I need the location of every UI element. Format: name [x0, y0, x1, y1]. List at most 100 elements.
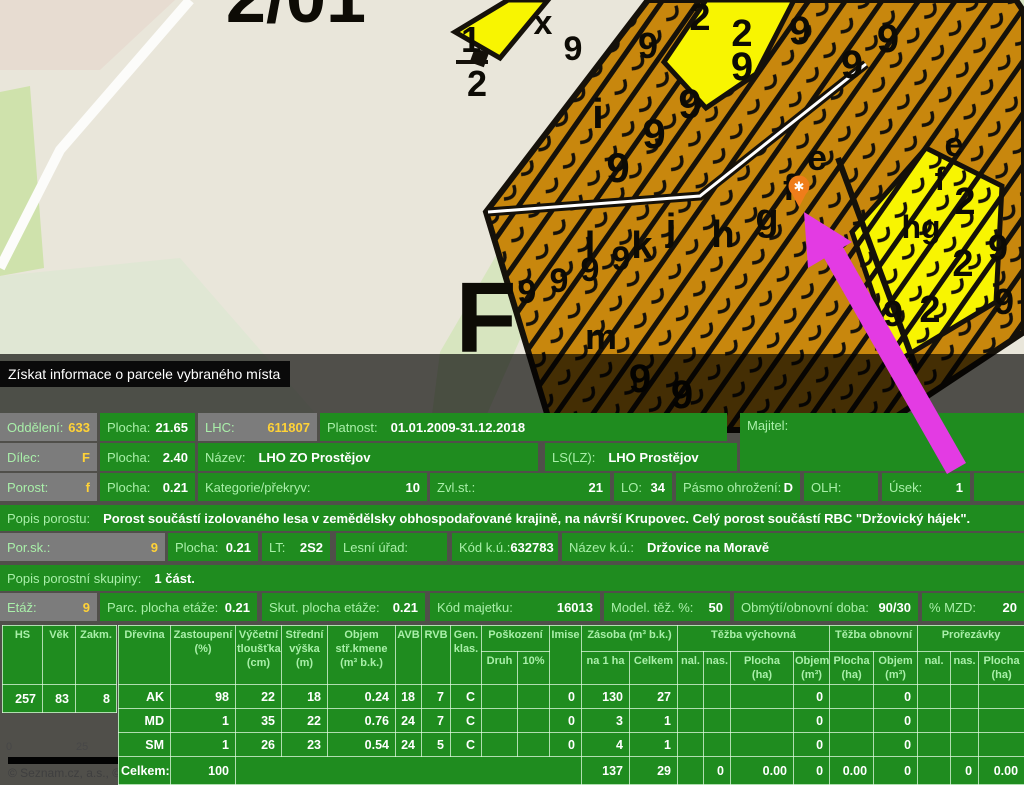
column-header: nal.: [678, 652, 704, 685]
table-cell: [518, 733, 550, 757]
column-header: Zastoupení (%): [171, 626, 236, 685]
field-value: 633: [68, 420, 90, 435]
column-header: 10%: [518, 652, 550, 685]
field-label: Oddělení:: [7, 420, 63, 435]
table-cell: [236, 757, 582, 785]
field-nazev: Název: LHO ZO Prostějov: [198, 443, 538, 471]
table-cell: 0: [794, 733, 830, 757]
field-value: 20: [1003, 600, 1017, 615]
column-header: Celkem: [630, 652, 678, 685]
column-header: Objem stř.kmene (m³ b.k.): [328, 626, 396, 685]
field-label: Plocha:: [107, 450, 150, 465]
column-header: nal.: [918, 652, 951, 685]
field-value: D: [784, 480, 793, 495]
species-table: Dřevina Zastoupení (%) Výčetní tloušťka …: [118, 625, 1024, 785]
field-plocha-oddeleni: Plocha: 21.65: [100, 413, 195, 441]
field-etaz: Etáž: 9: [0, 593, 97, 621]
table-cell: [731, 685, 794, 709]
field-porost: Porost: f: [0, 473, 97, 501]
species-tbody: AK9822180.24187C01302700MD135220.76247C0…: [119, 685, 1024, 785]
table-cell: [704, 685, 731, 709]
table-cell: 257: [3, 685, 43, 713]
column-header: Plocha (ha): [731, 652, 794, 685]
column-group-header: Těžba obnovní: [830, 626, 918, 652]
table-cell: 0: [794, 709, 830, 733]
table-cell: 137: [582, 757, 630, 785]
table-cell: 0.24: [328, 685, 396, 709]
table-cell: C: [451, 685, 482, 709]
field-plocha-porsk: Plocha: 0.21: [168, 533, 258, 561]
table-cell: 18: [396, 685, 422, 709]
column-header: Objem (m³): [874, 652, 918, 685]
table-cell: [918, 685, 951, 709]
field-label: Popis porostu:: [7, 511, 90, 526]
table-cell: [518, 685, 550, 709]
table-cell: [830, 709, 874, 733]
field-label: Kategorie/překryv:: [205, 480, 311, 495]
table-cell: 0: [874, 709, 918, 733]
table-cell: 0.00: [731, 757, 794, 785]
table-cell: 22: [236, 685, 282, 709]
field-skut-plocha: Skut. plocha etáže: 0.21: [262, 593, 425, 621]
table-cell: 8: [76, 685, 117, 713]
table-cell: 0: [550, 709, 582, 733]
column-header: Věk: [43, 626, 76, 685]
table-row: MD135220.76247C03100: [119, 709, 1024, 733]
table-cell: C: [451, 733, 482, 757]
field-kategorie: Kategorie/překryv: 10: [198, 473, 427, 501]
field-value: 1: [956, 480, 963, 495]
field-value: 2S2: [300, 540, 323, 555]
table-cell: 0: [874, 757, 918, 785]
field-label: Etáž:: [7, 600, 37, 615]
table-cell: [951, 685, 979, 709]
field-label: Platnost:: [327, 420, 378, 435]
field-value: 90/30: [878, 600, 911, 615]
field-label: Obmýtí/obnovní doba:: [741, 600, 869, 615]
column-header: Druh: [482, 652, 518, 685]
field-label: LS(LZ):: [552, 450, 595, 465]
column-header: HS: [3, 626, 43, 685]
table-cell: 24: [396, 709, 422, 733]
table-cell: 0: [550, 733, 582, 757]
table-cell: 7: [422, 709, 451, 733]
field-label: OLH:: [811, 480, 841, 495]
parcel-info-panel: Oddělení: 633 Plocha: 21.65 LHC: 611807 …: [0, 0, 1024, 785]
field-label: Lesní úřad:: [343, 540, 408, 555]
column-header: nas.: [951, 652, 979, 685]
field-model-tez: Model. těž. %: 50: [604, 593, 730, 621]
column-header: RVB: [422, 626, 451, 685]
table-cell: 130: [582, 685, 630, 709]
column-header: Gen. klas.: [451, 626, 482, 685]
table-cell: [482, 733, 518, 757]
field-value: 1 část.: [154, 571, 194, 586]
column-header: Plocha (ha): [979, 652, 1024, 685]
field-value: 2.40: [163, 450, 188, 465]
field-label: Porost:: [7, 480, 48, 495]
field-label: Popis porostní skupiny:: [7, 571, 141, 586]
table-cell: 0: [951, 757, 979, 785]
table-cell: [979, 709, 1024, 733]
column-header: Zakm.: [76, 626, 117, 685]
field-kod-ku: Kód k.ú.: 632783: [452, 533, 558, 561]
summary-tbody: 257838: [3, 685, 117, 713]
field-label: LO:: [621, 480, 642, 495]
table-cell: [482, 709, 518, 733]
field-label: LT:: [269, 540, 285, 555]
field-filler: [974, 473, 1024, 501]
table-cell: [979, 733, 1024, 757]
table-cell: 22: [282, 709, 328, 733]
table-cell: [951, 733, 979, 757]
table-cell: 98: [171, 685, 236, 709]
field-value: 9: [151, 540, 158, 555]
field-obmyti: Obmýtí/obnovní doba: 90/30: [734, 593, 918, 621]
table-cell: [830, 685, 874, 709]
table-row: Celkem:1001372900.0000.00000.00: [119, 757, 1024, 785]
column-group-header: Poškození: [482, 626, 550, 652]
table-cell: 35: [236, 709, 282, 733]
table-cell: 83: [43, 685, 76, 713]
column-group-header: Zásoba (m³ b.k.): [582, 626, 678, 652]
field-label: Název:: [205, 450, 245, 465]
column-header: na 1 ha: [582, 652, 630, 685]
field-lhc: LHC: 611807: [198, 413, 317, 441]
table-cell: [704, 709, 731, 733]
